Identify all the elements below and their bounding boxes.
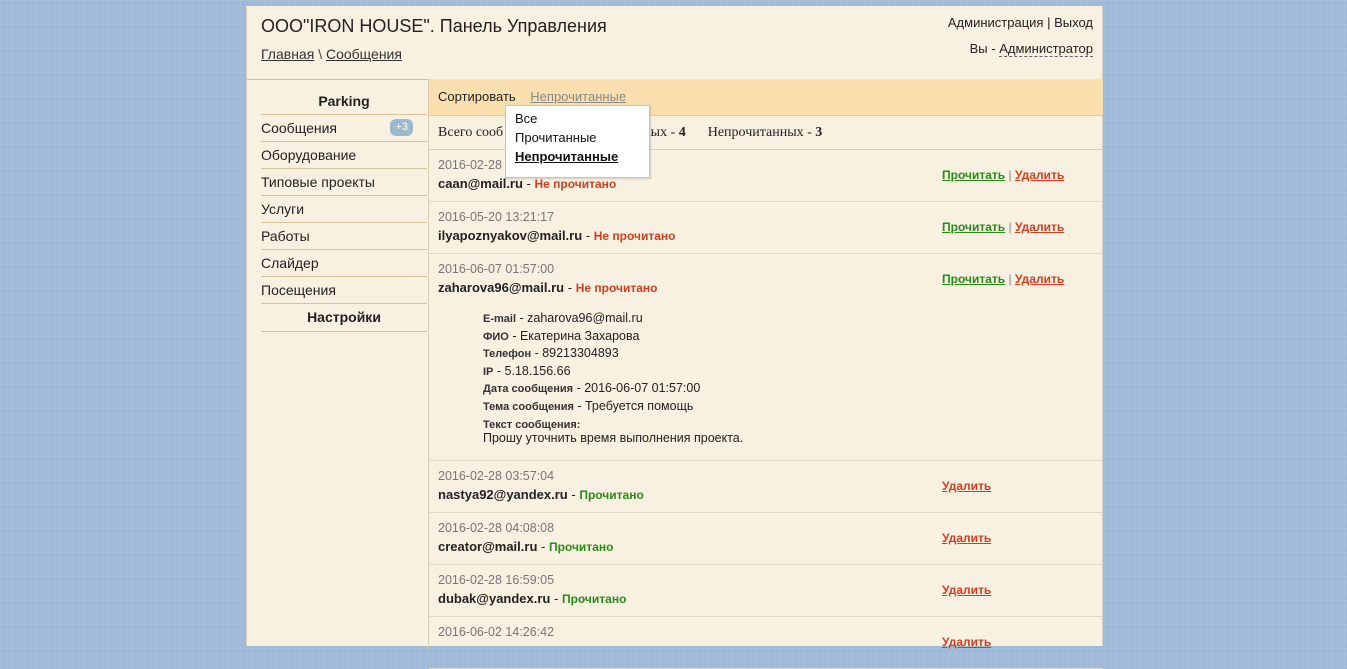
breadcrumb: Главная \ Сообщения [261,46,402,62]
sidebar: Parking Сообщения +3 Оборудование Типовы… [261,84,427,332]
sidebar-item-label: Слайдер [261,255,319,271]
top-links-separator: | [1047,15,1051,30]
delete-message-link[interactable]: Удалить [1015,272,1064,286]
summary-read-count: 4 [678,125,686,140]
sidebar-item-works[interactable]: Работы [261,223,427,250]
message-actions: Прочитать | Удалить [942,220,1065,234]
message-date: 2016-02-28 03:57:04 [438,469,555,483]
site-title: ООО"IRON HOUSE". Панель Управления [261,16,607,36]
sort-dropdown-menu: Все Прочитанные Непрочитанные [505,105,650,178]
sidebar-settings[interactable]: Настройки [261,304,427,332]
summary-unread-count: 3 [815,125,823,140]
current-user: Вы - Администратор [969,41,1093,57]
detail-fio: Екатерина Захарова [519,328,640,343]
top-links: Администрация | Выход [948,15,1093,30]
message-email: dubak@yandex.ru [438,591,551,606]
message-actions: Удалить [942,531,991,545]
detail-label: Телефон [483,348,532,361]
message-email: nastya92@yandex.ru [438,487,568,502]
logout-link[interactable]: Выход [1054,15,1093,30]
detail-label: E-mail [483,313,517,325]
summary-total: Всего сооб [438,125,504,140]
message-date: 2016-02-28 16:59:05 [438,573,555,587]
message-actions: Удалить [942,583,991,597]
sidebar-item-projects[interactable]: Типовые проекты [261,169,427,196]
user-prefix: Вы - [969,41,996,56]
detail-text: Прошу уточнить время выполнения проекта. [483,430,744,445]
message-date: 2016-06-02 14:26:42 [438,625,555,639]
message-item: 2016-02-28 04:08:08 creator@mail.ru - Пр… [429,513,1103,565]
sidebar-item-label: Работы [261,228,310,244]
read-message-link[interactable]: Прочитать [942,220,1005,234]
detail-label: Дата сообщения [483,383,574,396]
detail-label: Тема сообщения [483,400,574,413]
messages-panel: Сортировать Непрочитанные Все Прочитанны… [428,79,1103,669]
detail-email: zaharova96@mail.ru [527,311,643,325]
message-item-expanded: 2016-06-07 01:57:00 zaharova96@mail.ru -… [429,254,1103,461]
status-badge: Не прочитано [575,281,658,295]
message-email: ilyapoznyakov@mail.ru [438,228,583,243]
message-item: 2016-02-28 03:57:04 nastya92@yandex.ru -… [429,461,1103,513]
delete-message-link[interactable]: Удалить [942,479,991,493]
status-badge: Прочитано [548,540,614,554]
sidebar-item-messages[interactable]: Сообщения +3 [261,115,427,142]
message-email: zaharova96@mail.ru [438,280,565,295]
message-date: 2016-02-28 04:08:08 [438,521,555,535]
message-details: E-mail - zaharova96@mail.ru ФИО - Екатер… [483,311,744,445]
delete-message-link[interactable]: Удалить [942,531,991,545]
read-message-link[interactable]: Прочитать [942,168,1005,182]
status-badge: Не прочитано [534,177,617,191]
detail-subject: Требуется помощь [585,398,694,413]
sidebar-heading: Parking [261,84,427,115]
message-actions: Прочитать | Удалить [942,272,1065,286]
detail-ip: 5.18.156.66 [504,363,571,378]
sort-dropdown-toggle[interactable]: Непрочитанные [530,89,626,104]
admin-panel: ООО"IRON HOUSE". Панель Управления Главн… [246,6,1103,669]
message-item: 2016-05-20 13:21:17 ilyapoznyakov@mail.r… [429,202,1103,254]
sort-option-read[interactable]: Прочитанные [506,128,649,147]
administration-link[interactable]: Администрация [948,15,1044,30]
unread-count-badge: +3 [390,119,413,136]
delete-message-link[interactable]: Удалить [1015,168,1064,182]
message-email: creator@mail.ru [438,539,538,554]
summary-unread-label: Непрочитанных - [707,125,816,140]
status-badge: Прочитано [579,488,644,502]
message-actions: Прочитать | Удалить [942,168,1065,182]
delete-message-link[interactable]: Удалить [942,583,991,597]
detail-label: ФИО [483,330,509,343]
user-name-link[interactable]: Администратор [999,41,1093,57]
status-badge: Прочитано [561,592,627,606]
message-actions: Удалить [942,479,991,493]
header: ООО"IRON HOUSE". Панель Управления Главн… [247,6,1102,80]
delete-message-link[interactable]: Удалить [1015,220,1064,234]
sort-option-unread[interactable]: Непрочитанные [506,147,649,166]
read-message-link[interactable]: Прочитать [942,272,1005,286]
sidebar-item-label: Типовые проекты [261,174,375,190]
sidebar-item-equipment[interactable]: Оборудование [261,142,427,169]
breadcrumb-separator: \ [318,46,323,62]
status-badge: Не прочитано [593,229,676,243]
detail-date: 2016-06-07 01:57:00 [584,381,701,396]
detail-label: IP [483,365,494,378]
sidebar-item-label: Оборудование [261,147,357,163]
sidebar-item-label: Услуги [261,201,305,217]
sidebar-item-services[interactable]: Услуги [261,196,427,223]
message-item: 2016-06-02 14:26:42 Удалить [429,617,1103,669]
message-actions: Удалить [942,635,991,649]
sidebar-item-slider[interactable]: Слайдер [261,250,427,277]
sidebar-item-label: Посещения [261,282,336,298]
message-email: caan@mail.ru [438,176,523,191]
breadcrumb-home-link[interactable]: Главная [261,46,314,62]
breadcrumb-messages-link[interactable]: Сообщения [326,46,402,62]
detail-label: Текст сообщения: [483,418,581,431]
sidebar-item-label: Сообщения [261,120,337,136]
detail-phone: 89213304893 [542,346,619,361]
sort-label: Сортировать [438,89,516,104]
sort-option-all[interactable]: Все [506,109,649,128]
sidebar-item-visits[interactable]: Посещения [261,277,427,304]
delete-message-link[interactable]: Удалить [942,635,991,649]
message-item: 2016-02-28 16:59:05 dubak@yandex.ru - Пр… [429,565,1103,617]
